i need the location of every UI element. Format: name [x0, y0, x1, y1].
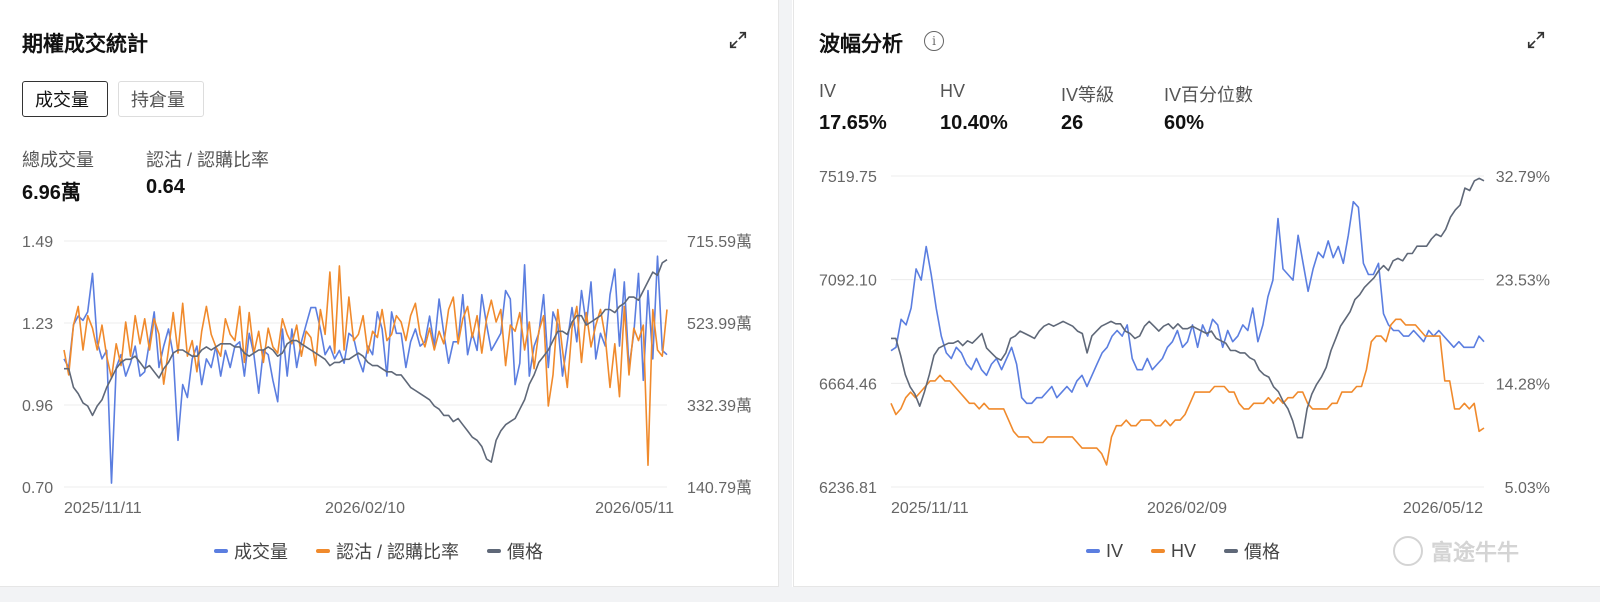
chart-legend: IV HV 價格 — [1086, 538, 1308, 564]
volatility-panel: 波幅分析 i IV 17.65% HV 10.40% IV等級 26 IV百分位… — [793, 0, 1600, 587]
x-tick-label: 2025/11/11 — [891, 500, 969, 517]
series-line-認沽 / 認購比率 — [63, 265, 668, 467]
legend-swatch — [1086, 549, 1100, 553]
legend-item-put-call-ratio[interactable]: 認沽 / 認購比率 — [316, 538, 459, 564]
legend-swatch — [1224, 549, 1239, 553]
y-right-tick-label: 32.79% — [1496, 169, 1550, 186]
legend-label: IV — [1106, 540, 1124, 561]
watermark: 富途牛牛 — [1393, 535, 1519, 567]
chart-legend: 成交量 認沽 / 認購比率 價格 — [214, 538, 571, 564]
y-left-tick-label: 7092.10 — [819, 273, 877, 290]
option-volume-panel: 期權成交統計 成交量 持倉量 總成交量 6.96萬 認沽 / 認購比率 0.64… — [0, 0, 779, 587]
futu-logo-icon — [1393, 536, 1423, 566]
y-left-tick-label: 6236.81 — [819, 480, 877, 497]
x-tick-label: 2026/02/09 — [1147, 500, 1227, 517]
y-left-tick-label: 1.49 — [22, 234, 53, 251]
y-left-tick-label: 1.23 — [22, 316, 53, 333]
y-left-tick-label: 0.70 — [22, 480, 53, 497]
y-left-tick-label: 6664.46 — [819, 376, 877, 393]
series-line-IV — [890, 200, 1485, 405]
y-right-tick-label: 715.59萬 — [687, 233, 752, 251]
watermark-text: 富途牛牛 — [1431, 540, 1520, 565]
legend-item-price[interactable]: 價格 — [487, 538, 543, 564]
y-right-tick-label: 140.79萬 — [687, 479, 752, 497]
legend-item-hv[interactable]: HV — [1151, 541, 1196, 562]
y-left-tick-label: 0.96 — [22, 398, 53, 415]
series-line-成交量 — [63, 255, 668, 484]
legend-label: 價格 — [1244, 542, 1281, 562]
legend-item-volume[interactable]: 成交量 — [214, 538, 288, 564]
x-tick-label: 2026/05/12 — [1403, 500, 1483, 517]
legend-label: 認沽 / 認購比率 — [336, 542, 460, 562]
legend-swatch — [1151, 549, 1166, 553]
legend-item-iv[interactable]: IV — [1086, 541, 1123, 562]
y-right-tick-label: 5.03% — [1505, 480, 1550, 497]
volatility-chart: 7519.75 32.79% 7092.10 23.53% 6664.46 14.28% 6… — [819, 169, 1550, 517]
y-right-tick-label: 23.53% — [1496, 273, 1550, 290]
legend-label: 價格 — [507, 542, 544, 562]
x-tick-label: 2025/11/11 — [64, 500, 142, 517]
y-right-tick-label: 332.39萬 — [687, 397, 752, 415]
legend-label: HV — [1171, 540, 1197, 561]
legend-label: 成交量 — [234, 542, 288, 562]
x-tick-label: 2026/02/10 — [325, 500, 405, 517]
y-right-tick-label: 523.99萬 — [687, 315, 752, 333]
y-left-tick-label: 7519.75 — [819, 169, 877, 186]
legend-swatch — [487, 549, 502, 553]
volume-chart: 1.49 715.59萬 1.23 523.99萬 0.96 332.39萬 0.70 140… — [22, 233, 752, 517]
legend-swatch — [214, 549, 228, 553]
series-line-價格 — [891, 177, 1485, 439]
legend-item-price[interactable]: 價格 — [1224, 538, 1280, 564]
legend-swatch — [316, 549, 330, 553]
y-right-tick-label: 14.28% — [1496, 376, 1550, 393]
x-tick-label: 2026/05/11 — [595, 500, 674, 517]
